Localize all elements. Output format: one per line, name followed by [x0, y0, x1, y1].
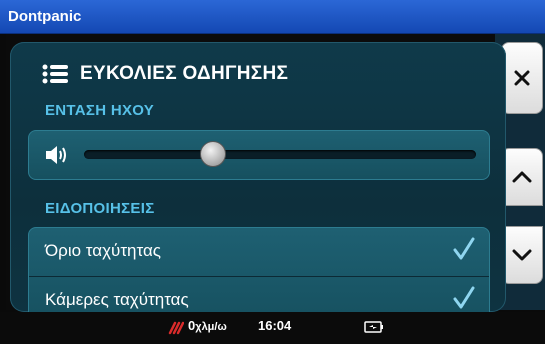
- panel-title: ΕΥΚΟΛΙΕΣ ΟΔΗΓΗΣΗΣ: [80, 63, 289, 84]
- volume-slider-handle[interactable]: [200, 141, 227, 167]
- window-titlebar: Dontpanic: [0, 0, 545, 34]
- list-item-speed-cameras[interactable]: Κάμερες ταχύτητας: [29, 277, 489, 312]
- close-button[interactable]: [501, 42, 543, 114]
- checkmark-icon[interactable]: [453, 286, 475, 310]
- list-item-label: Κάμερες ταχύτητας: [45, 290, 189, 309]
- list-icon: [42, 64, 68, 84]
- clock: 16:04: [258, 318, 292, 333]
- speaker-icon[interactable]: [44, 144, 68, 166]
- speedometer-icon: [168, 321, 184, 335]
- window-title: Dontpanic: [8, 8, 82, 25]
- speed-readout: 0χλμ/ω: [188, 318, 227, 333]
- battery-icon: [364, 321, 383, 333]
- notifications-section-label: ΕΙΔΟΠΟΙΗΣΕΙΣ: [45, 200, 155, 217]
- status-bar: 0χλμ/ω 16:04: [0, 312, 545, 344]
- scroll-down-button[interactable]: [501, 226, 543, 284]
- volume-slider-track[interactable]: [84, 150, 476, 159]
- scroll-up-button[interactable]: [501, 148, 543, 206]
- checkmark-icon[interactable]: [453, 237, 475, 261]
- chevron-down-icon: [512, 249, 532, 261]
- chevron-up-icon: [512, 171, 532, 183]
- volume-section-label: ΕΝΤΑΣΗ ΗΧΟΥ: [45, 102, 155, 119]
- settings-panel: ΕΥΚΟΛΙΕΣ ΟΔΗΓΗΣΗΣ ΕΝΤΑΣΗ ΗΧΟΥ ΕΙΔΟΠΟΙΗΣΕ…: [10, 42, 506, 312]
- close-icon: [514, 70, 530, 86]
- speed-unit: χλμ/ω: [195, 321, 227, 333]
- list-item-speed-limit[interactable]: Όριο ταχύτητας: [29, 228, 489, 276]
- volume-control: [28, 130, 490, 180]
- list-item-label: Όριο ταχύτητας: [45, 241, 161, 260]
- panel-header: ΕΥΚΟΛΙΕΣ ΟΔΗΓΗΣΗΣ: [42, 60, 288, 88]
- notifications-list: Όριο ταχύτητας Κάμερες ταχύτητας: [28, 227, 490, 312]
